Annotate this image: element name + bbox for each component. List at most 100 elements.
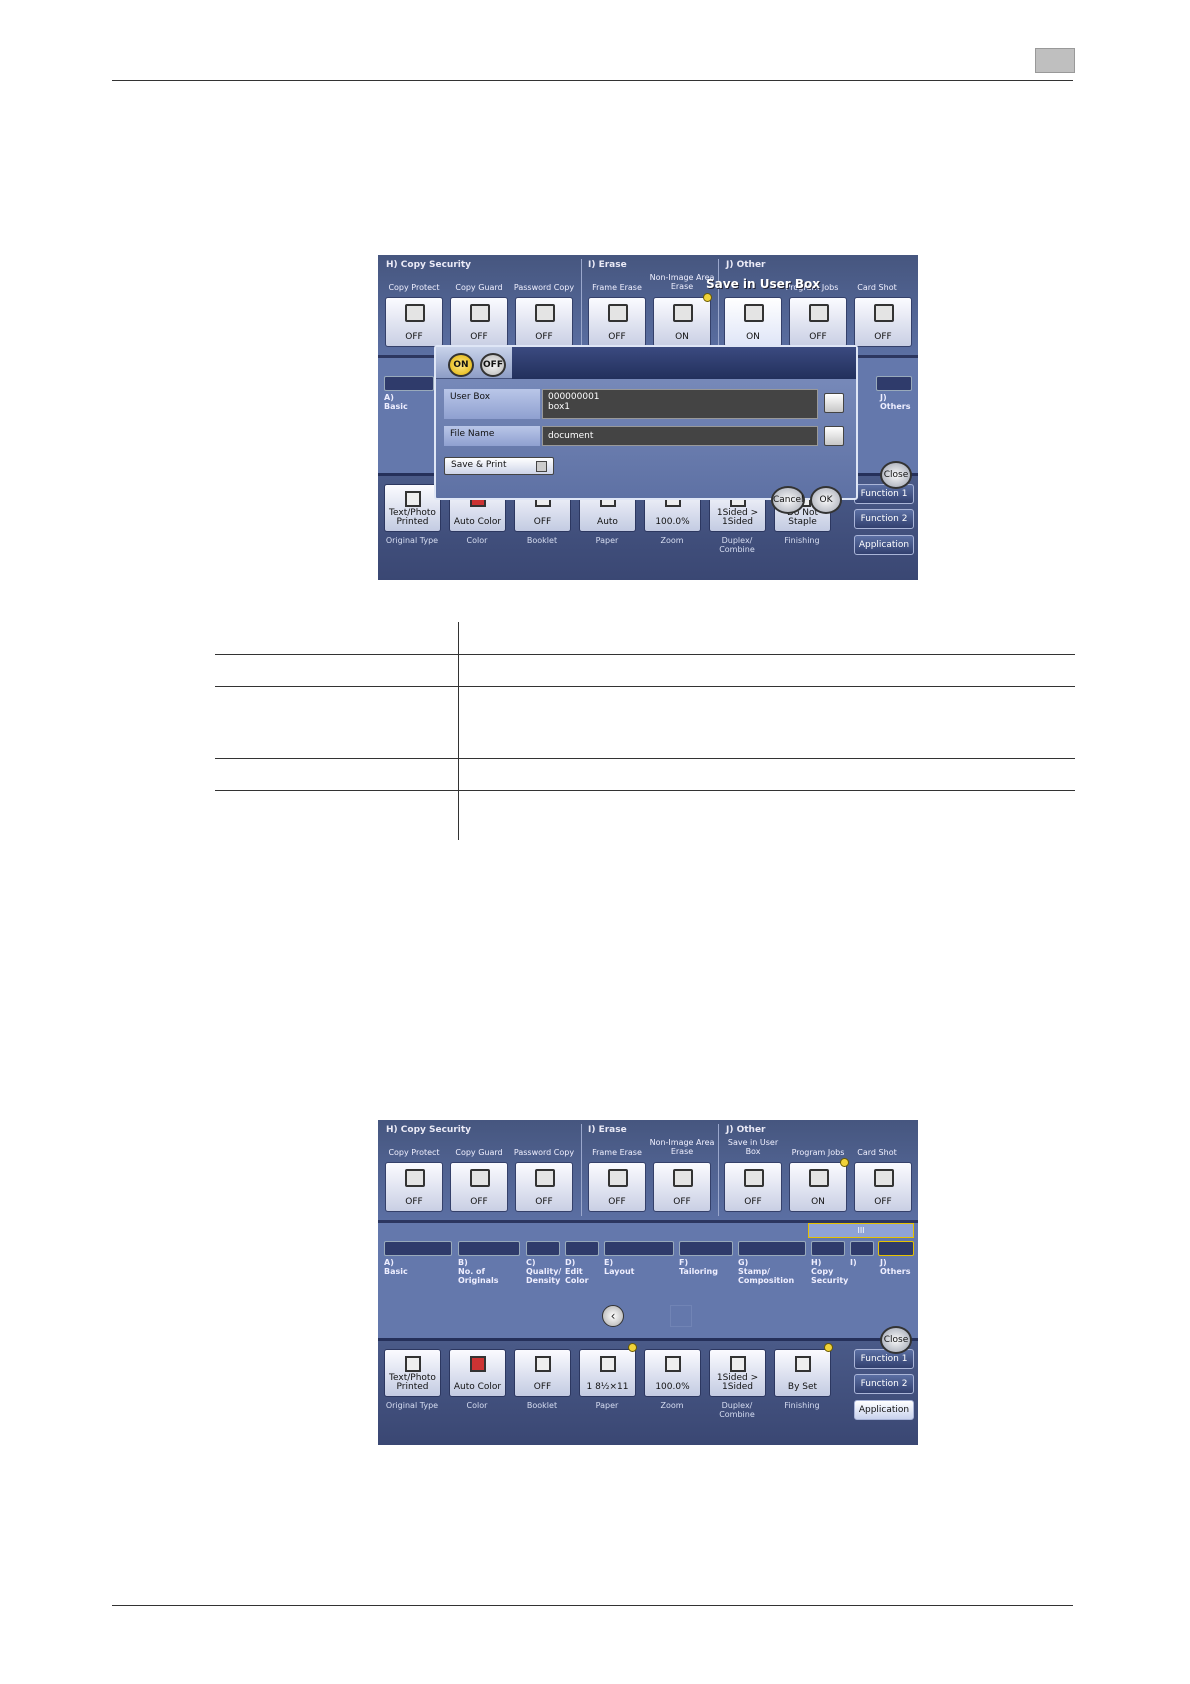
zoom-icon <box>665 1356 681 1372</box>
button-value: OFF <box>535 332 553 342</box>
on-toggle[interactable]: ON <box>448 353 474 377</box>
program-jobs-button[interactable]: ON <box>789 1162 847 1212</box>
button-value: 1Sided > 1Sided <box>716 1373 759 1392</box>
forward-arrow-icon <box>670 1305 692 1327</box>
button-value: By Set <box>787 1382 818 1392</box>
scroll-indicator[interactable]: III <box>808 1223 914 1238</box>
duplex-button[interactable]: 1Sided > 1Sided <box>709 1349 766 1397</box>
tab-edit-color[interactable] <box>565 1241 599 1256</box>
save-and-print-checkbox[interactable]: Save & Print <box>444 457 554 475</box>
file-name-field[interactable]: document <box>542 426 818 446</box>
original-type-button[interactable]: Text/Photo Printed <box>384 484 441 532</box>
basic-settings-bar: Text/Photo Printed Auto Color OFF 1 8½×1… <box>378 1338 918 1445</box>
original-type-icon <box>405 491 421 507</box>
function-2-button[interactable]: Function 2 <box>854 509 914 529</box>
save-in-user-box-dialog: ON OFF User Box 000000001 box1 File Name … <box>434 345 858 500</box>
tab-label: G) Stamp/ Composition <box>738 1258 795 1285</box>
program-jobs-button[interactable]: OFF <box>789 297 847 347</box>
button-value: ON <box>811 1197 825 1207</box>
frame-erase-button[interactable]: OFF <box>588 297 646 347</box>
group-erase: I) Erase <box>588 260 627 270</box>
tab-label: D) Edit Color <box>565 1258 589 1285</box>
color-icon <box>470 1356 486 1372</box>
function-2-button[interactable]: Function 2 <box>854 1374 914 1394</box>
tab-label: I) <box>850 1258 857 1267</box>
original-type-button[interactable]: Text/Photo Printed <box>384 1349 441 1397</box>
booklet-button[interactable]: OFF <box>514 1349 571 1397</box>
close-button[interactable]: Close <box>880 461 912 489</box>
copy-guard-button[interactable]: OFF <box>450 1162 508 1212</box>
paper-button[interactable]: 1 8½×11 <box>579 1349 636 1397</box>
tab-quality-density[interactable] <box>526 1241 560 1256</box>
tab-others[interactable] <box>878 1241 914 1256</box>
tab-basic[interactable] <box>384 376 434 391</box>
scroll-indicator-text: III <box>857 1226 865 1235</box>
group-divider <box>718 1124 719 1216</box>
save-in-user-box-button[interactable]: OFF <box>724 1162 782 1212</box>
group-divider <box>718 259 719 351</box>
button-value: ON <box>746 332 760 342</box>
application-button[interactable]: Application <box>854 535 914 555</box>
tab-copy-security[interactable] <box>811 1241 845 1256</box>
function-1-button[interactable]: Function 1 <box>854 484 914 504</box>
copy-guard-button[interactable]: OFF <box>450 297 508 347</box>
password-copy-button[interactable]: OFF <box>515 1162 573 1212</box>
setting-indicator-dot <box>840 1158 849 1167</box>
cancel-button[interactable]: Cancel <box>771 486 805 514</box>
tab-no-of-originals[interactable] <box>458 1241 520 1256</box>
ok-button[interactable]: OK <box>810 486 842 514</box>
list-icon[interactable] <box>824 393 844 413</box>
tab-erase[interactable] <box>850 1241 874 1256</box>
tab-label: J) Others <box>880 393 911 411</box>
save-in-user-box-button[interactable]: ON <box>724 297 782 347</box>
setting-indicator-dot <box>824 1343 833 1352</box>
password-copy-button[interactable]: OFF <box>515 297 573 347</box>
zoom-button[interactable]: 100.0% <box>644 1349 701 1397</box>
button-caption: Original Type <box>385 1401 439 1410</box>
copy-protect-icon <box>405 304 425 322</box>
close-button[interactable]: Close <box>880 1326 912 1354</box>
tab-stamp-composition[interactable] <box>738 1241 806 1256</box>
copy-protect-button[interactable]: OFF <box>385 297 443 347</box>
button-value: 1 8½×11 <box>586 1382 629 1392</box>
back-arrow-icon[interactable]: ‹ <box>602 1305 624 1327</box>
function-label: Save in User Box <box>727 1138 779 1156</box>
tab-label: F) Tailoring <box>679 1258 718 1276</box>
button-value: OFF <box>874 332 892 342</box>
button-value: ON <box>675 332 689 342</box>
function-label: Copy Guard <box>455 283 503 292</box>
tab-basic[interactable] <box>384 1241 452 1256</box>
tab-label: A) Basic <box>384 1258 408 1276</box>
non-image-area-erase-button[interactable]: OFF <box>653 1162 711 1212</box>
function-label: Copy Protect <box>388 1148 440 1157</box>
password-copy-icon <box>535 1169 555 1187</box>
program-jobs-icon <box>809 1169 829 1187</box>
screenshot-application-screen: H) Copy Security I) Erase J) Other Copy … <box>378 1120 918 1445</box>
tab-label: B) No. of Originals <box>458 1258 499 1285</box>
non-image-area-erase-button[interactable]: ON <box>653 297 711 347</box>
card-shot-button[interactable]: OFF <box>854 297 912 347</box>
tab-layout[interactable] <box>604 1241 674 1256</box>
tab-others[interactable] <box>876 376 912 391</box>
application-button[interactable]: Application <box>854 1400 914 1420</box>
function-1-button[interactable]: Function 1 <box>854 1349 914 1369</box>
keyboard-icon[interactable] <box>824 426 844 446</box>
button-caption: Paper <box>595 1401 619 1410</box>
card-shot-button[interactable]: OFF <box>854 1162 912 1212</box>
frame-erase-button[interactable]: OFF <box>588 1162 646 1212</box>
card-shot-icon <box>874 304 894 322</box>
button-value: Text/Photo Printed <box>389 508 436 527</box>
button-caption: Duplex/ Combine <box>719 536 755 554</box>
sort-icon <box>795 1356 811 1372</box>
tab-tailoring[interactable] <box>679 1241 733 1256</box>
off-toggle[interactable]: OFF <box>480 353 506 377</box>
color-button[interactable]: Auto Color <box>449 1349 506 1397</box>
finishing-button[interactable]: By Set <box>774 1349 831 1397</box>
function-label: Password Copy <box>513 1148 575 1157</box>
copy-protect-button[interactable]: OFF <box>385 1162 443 1212</box>
tab-label: A) Basic <box>384 393 408 411</box>
group-divider <box>581 1124 582 1216</box>
button-value: OFF <box>470 332 488 342</box>
file-name-label: File Name <box>444 426 540 446</box>
group-erase: I) Erase <box>588 1125 627 1135</box>
